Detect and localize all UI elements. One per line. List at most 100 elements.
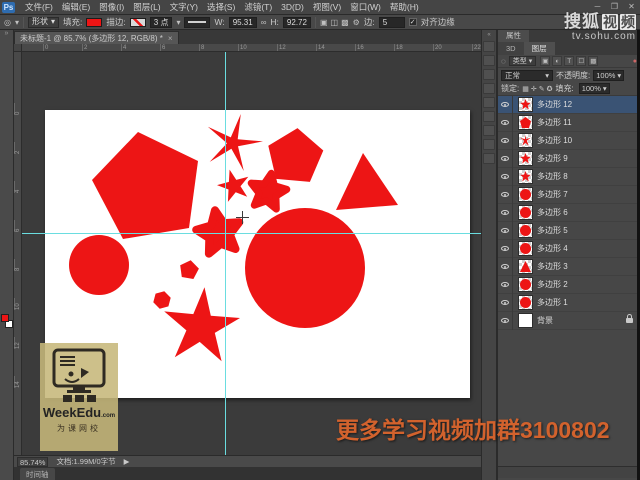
layer-name[interactable]: 多边形 9 xyxy=(537,153,568,164)
dock-collapse-icon[interactable]: « xyxy=(487,32,490,38)
tool-mode-dropdown[interactable]: 形状 ▾ xyxy=(28,16,60,28)
status-expand-icon[interactable]: ▶ xyxy=(124,457,130,466)
shape-circle-left[interactable] xyxy=(69,235,129,295)
path-operation-icon[interactable]: ◫ xyxy=(331,18,339,27)
多边形 7[interactable]: 多边形 7 xyxy=(498,185,640,204)
layer-filter-icon[interactable]: ▩ xyxy=(588,56,599,66)
layer-thumbnail[interactable] xyxy=(518,115,533,130)
多边形 11[interactable]: 多边形 11 xyxy=(498,113,640,132)
背景[interactable]: 背景 xyxy=(498,311,640,330)
shape-star-thin[interactable] xyxy=(207,114,263,171)
fill-field[interactable]: 100% ▾ xyxy=(578,83,610,94)
layer-thumbnail[interactable] xyxy=(518,151,533,166)
path-operation-icon[interactable]: ▣ xyxy=(320,18,328,27)
shape-pentagon-large[interactable] xyxy=(92,132,198,239)
shape-star-large[interactable] xyxy=(164,287,240,362)
menu-item[interactable]: 文件(F) xyxy=(21,0,57,14)
tab-close-icon[interactable]: × xyxy=(168,32,173,44)
lock-option-icon[interactable]: ✛ xyxy=(531,85,537,93)
tab-3d[interactable]: 3D xyxy=(498,42,524,55)
blend-mode-dropdown[interactable]: 正常 ▾ xyxy=(501,69,553,81)
多边形 2[interactable]: 多边形 2 xyxy=(498,275,640,294)
color-panel-icon[interactable] xyxy=(483,69,495,80)
character-panel-icon[interactable] xyxy=(483,111,495,122)
layer-name[interactable]: 多边形 11 xyxy=(537,117,572,128)
layer-thumbnail[interactable] xyxy=(518,97,533,112)
shape-star-bumpy[interactable] xyxy=(192,206,244,258)
visibility-toggle[interactable] xyxy=(498,239,513,258)
path-operation-icon[interactable]: ▩ xyxy=(341,18,349,27)
shape-circle-large[interactable] xyxy=(245,208,365,328)
menu-item[interactable]: 滤镜(T) xyxy=(240,0,276,14)
menu-item[interactable]: 3D(D) xyxy=(277,0,308,14)
menu-item[interactable]: 帮助(H) xyxy=(386,0,423,14)
tool-preset-arrow-icon[interactable]: ▾ xyxy=(15,18,19,27)
styles-panel-icon[interactable] xyxy=(483,97,495,108)
layer-name[interactable]: 多边形 6 xyxy=(537,207,568,218)
layer-thumbnail[interactable] xyxy=(518,187,533,202)
guide-horizontal[interactable] xyxy=(22,233,481,234)
brush-panel-icon[interactable] xyxy=(483,153,495,164)
menu-item[interactable]: 选择(S) xyxy=(203,0,239,14)
多边形 10[interactable]: 多边形 10 xyxy=(498,131,640,150)
menu-item[interactable]: 窗口(W) xyxy=(346,0,385,14)
layer-name[interactable]: 多边形 1 xyxy=(537,297,568,308)
timeline-tab[interactable]: 时间轴 xyxy=(20,468,55,480)
visibility-toggle[interactable] xyxy=(498,311,513,330)
visibility-toggle[interactable] xyxy=(498,95,513,114)
多边形 5[interactable]: 多边形 5 xyxy=(498,221,640,240)
shape-width-field[interactable]: 95.31 xyxy=(228,16,257,28)
document-tab[interactable]: 未标题-1 @ 85.7% (多边形 12, RGB/8) * × xyxy=(14,31,179,44)
left-ruler[interactable]: 0 2 4 6 8 10 12 14 xyxy=(14,52,22,455)
layer-thumbnail[interactable] xyxy=(518,259,533,274)
layer-name[interactable]: 多边形 3 xyxy=(537,261,568,272)
paragraph-panel-icon[interactable] xyxy=(483,125,495,136)
多边形 6[interactable]: 多边形 6 xyxy=(498,203,640,222)
menu-item[interactable]: 编辑(E) xyxy=(58,0,94,14)
align-edges-checkbox[interactable]: ✓ xyxy=(408,18,417,26)
filter-kind-dropdown[interactable]: 类型 ▾ xyxy=(508,56,537,66)
tool-preset-icon[interactable]: ◎ xyxy=(4,18,11,27)
layer-filter-icon[interactable]: T xyxy=(564,56,575,66)
sides-field[interactable]: 5 xyxy=(378,16,405,28)
history-panel-icon[interactable] xyxy=(483,41,495,52)
top-ruler[interactable]: 0 2 4 6 8 10 12 14 16 18 20 22 xyxy=(22,44,481,52)
lock-option-icon[interactable]: ▦ xyxy=(522,85,529,93)
stroke-width-field[interactable]: 3 点 xyxy=(149,16,173,28)
lock-option-icon[interactable]: ✪ xyxy=(547,85,553,93)
lock-option-icon[interactable]: ✎ xyxy=(539,85,545,93)
stroke-color-swatch[interactable] xyxy=(129,17,146,27)
layer-name[interactable]: 多边形 12 xyxy=(537,99,572,110)
menu-item[interactable]: 视图(V) xyxy=(309,0,345,14)
多边形 12[interactable]: 多边形 12 xyxy=(498,95,640,114)
多边形 3[interactable]: 多边形 3 xyxy=(498,257,640,276)
layer-name[interactable]: 多边形 7 xyxy=(537,189,568,200)
visibility-toggle[interactable] xyxy=(498,221,513,240)
layer-thumbnail[interactable] xyxy=(518,313,533,328)
menu-item[interactable]: 图像(I) xyxy=(95,0,128,14)
tab-layers[interactable]: 图层 xyxy=(523,42,555,55)
link-dimensions-icon[interactable]: ∞ xyxy=(261,18,267,27)
menu-item[interactable]: 图层(L) xyxy=(129,0,164,14)
layer-thumbnail[interactable] xyxy=(518,277,533,292)
stroke-style-dropdown[interactable] xyxy=(184,16,211,28)
tab-properties[interactable]: 属性 xyxy=(498,30,529,42)
layer-name[interactable]: 多边形 8 xyxy=(537,171,568,182)
visibility-toggle[interactable] xyxy=(498,257,513,276)
多边形 4[interactable]: 多边形 4 xyxy=(498,239,640,258)
shape-hexagon-tiny[interactable] xyxy=(153,291,171,309)
layer-thumbnail[interactable] xyxy=(518,241,533,256)
gear-icon[interactable]: ⚙ xyxy=(353,18,360,27)
layer-name[interactable]: 背景 xyxy=(537,315,553,326)
visibility-toggle[interactable] xyxy=(498,293,513,312)
layer-name[interactable]: 多边形 2 xyxy=(537,279,568,290)
layer-thumbnail[interactable] xyxy=(518,295,533,310)
layer-name[interactable]: 多边形 4 xyxy=(537,243,568,254)
多边形 9[interactable]: 多边形 9 xyxy=(498,149,640,168)
zoom-level-field[interactable]: 85.74% xyxy=(17,456,49,467)
foreground-color-swatch[interactable] xyxy=(1,314,9,322)
info-panel-icon[interactable] xyxy=(483,139,495,150)
layer-thumbnail[interactable] xyxy=(518,223,533,238)
layer-thumbnail[interactable] xyxy=(518,133,533,148)
visibility-toggle[interactable] xyxy=(498,131,513,150)
